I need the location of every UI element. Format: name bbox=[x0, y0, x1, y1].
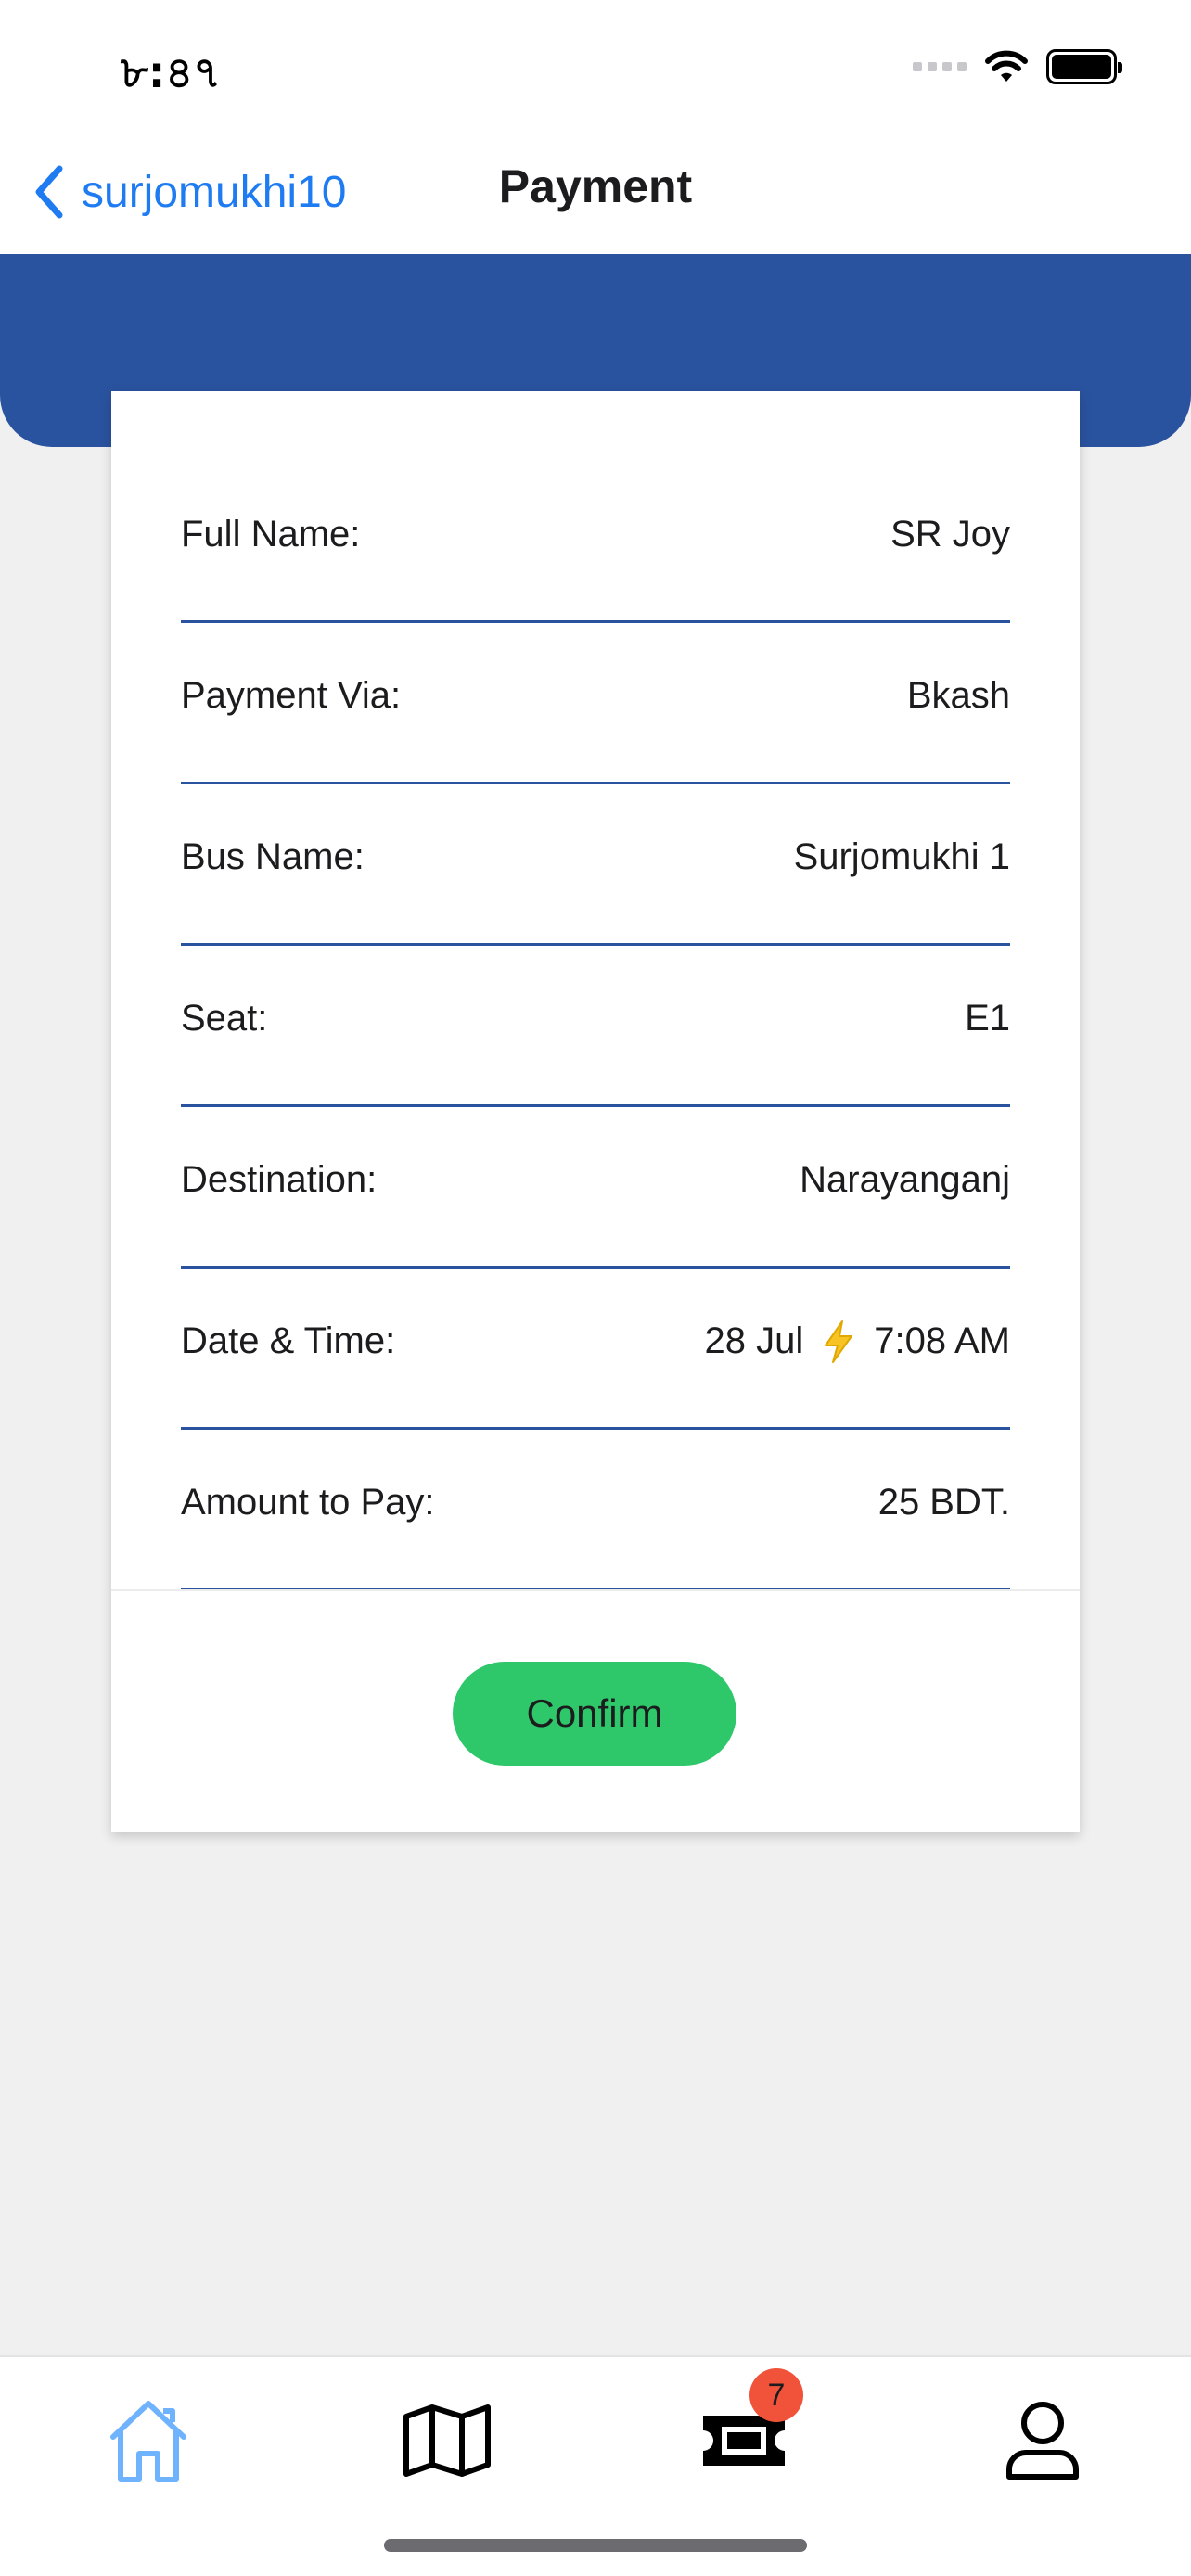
tab-map[interactable] bbox=[391, 2385, 503, 2496]
navigation-bar: surjomukhi10 Payment bbox=[0, 139, 1191, 254]
tab-tickets[interactable]: 7 bbox=[688, 2368, 803, 2496]
detail-row-destination: Destination: Narayanganj bbox=[181, 1107, 1010, 1269]
payment-screen: ৮:৪৭ surjomukhi10 Payment Full Name: SR … bbox=[0, 0, 1191, 2576]
home-icon bbox=[110, 2401, 186, 2482]
detail-value: Narayanganj bbox=[800, 1159, 1010, 1200]
status-icons bbox=[913, 45, 1122, 89]
lightning-bolt-icon bbox=[825, 1320, 853, 1363]
detail-value: Surjomukhi 1 bbox=[793, 836, 1010, 877]
cellular-signal-icon bbox=[913, 62, 967, 71]
detail-value: Bkash bbox=[906, 675, 1010, 716]
detail-row-seat: Seat: E1 bbox=[181, 946, 1010, 1107]
home-indicator bbox=[384, 2539, 807, 2552]
detail-row-full-name: Full Name: SR Joy bbox=[181, 462, 1010, 623]
detail-label: Full Name: bbox=[181, 514, 361, 555]
payment-details-card: Full Name: SR Joy Payment Via: Bkash Bus… bbox=[111, 391, 1080, 1832]
details-list: Full Name: SR Joy Payment Via: Bkash Bus… bbox=[181, 462, 1010, 1591]
time-value: 7:08 AM bbox=[874, 1320, 1010, 1361]
card-divider bbox=[111, 1589, 1080, 1591]
date-value: 28 Jul bbox=[704, 1320, 804, 1361]
page-title: Payment bbox=[498, 160, 693, 212]
status-time: ৮:৪৭ bbox=[121, 47, 222, 97]
status-bar: ৮:৪৭ bbox=[0, 0, 1191, 139]
detail-label: Destination: bbox=[181, 1159, 378, 1200]
detail-label: Amount to Pay: bbox=[181, 1482, 435, 1523]
map-icon bbox=[403, 2404, 491, 2477]
tickets-badge: 7 bbox=[749, 2368, 803, 2422]
detail-label: Payment Via: bbox=[181, 675, 402, 716]
detail-row-amount: Amount to Pay: 25 BDT. bbox=[181, 1430, 1010, 1591]
detail-label: Bus Name: bbox=[181, 836, 365, 877]
detail-row-payment-via: Payment Via: Bkash bbox=[181, 623, 1010, 784]
tab-home[interactable] bbox=[93, 2385, 204, 2496]
detail-value: 25 BDT. bbox=[877, 1482, 1010, 1523]
wifi-icon bbox=[985, 50, 1028, 82]
detail-value: 28 Jul 7:08 AM bbox=[704, 1320, 1010, 1364]
detail-value: E1 bbox=[965, 998, 1010, 1039]
confirm-button[interactable]: Confirm bbox=[453, 1662, 736, 1766]
battery-icon bbox=[1046, 49, 1122, 84]
detail-label: Seat: bbox=[181, 998, 268, 1039]
detail-value: SR Joy bbox=[890, 514, 1010, 555]
detail-row-date-time: Date & Time: 28 Jul 7:08 AM bbox=[181, 1269, 1010, 1430]
detail-label: Date & Time: bbox=[181, 1320, 396, 1361]
detail-row-bus-name: Bus Name: Surjomukhi 1 bbox=[181, 784, 1010, 946]
person-icon bbox=[1006, 2402, 1079, 2480]
tab-profile[interactable] bbox=[987, 2385, 1098, 2496]
